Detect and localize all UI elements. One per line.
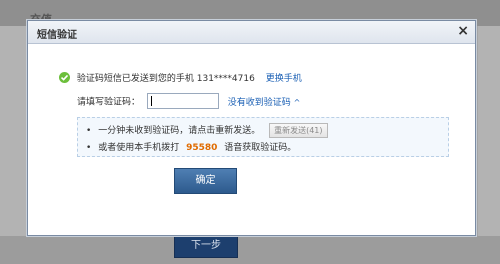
sent-message: 验证码短信已发送到您的手机 131****4716 xyxy=(76,74,255,84)
verification-code-input[interactable] xyxy=(146,93,219,109)
check-circle-icon xyxy=(59,72,70,83)
tip-text: 语音获取验证码。 xyxy=(224,143,297,153)
resend-button[interactable]: 重新发送(41) xyxy=(269,123,328,138)
no-code-link[interactable]: 没有收到验证码 ^ xyxy=(228,98,301,108)
next-step-button: 下一步 xyxy=(174,234,238,258)
bullet-icon: • xyxy=(86,143,92,153)
text-caret xyxy=(150,96,152,106)
tip-resend: • 一分钟未收到验证码，请点击重新发送。 重新发送(41) xyxy=(86,123,328,138)
tip-text: 或者使用本手机拨打 xyxy=(98,143,180,153)
dialog-title: 短信验证 xyxy=(37,30,77,41)
close-icon[interactable]: × xyxy=(457,23,469,39)
tip-text: 一分钟未收到验证码，请点击重新发送。 xyxy=(98,126,261,136)
background-side-panel xyxy=(478,26,500,264)
code-label: 请填写验证码： xyxy=(77,97,141,108)
background-side-panel xyxy=(0,26,28,264)
change-phone-link[interactable]: 更换手机 xyxy=(266,74,302,84)
tip-voice: • 或者使用本手机拨打 95580 语音获取验证码。 xyxy=(86,140,296,153)
no-code-link-label: 没有收到验证码 xyxy=(227,97,291,108)
confirm-button[interactable]: 确定 xyxy=(174,168,237,194)
help-tips-box: • 一分钟未收到验证码，请点击重新发送。 重新发送(41) • 或者使用本手机拨… xyxy=(77,117,449,157)
sms-verification-dialog: 短信验证 × 验证码短信已发送到您的手机 131****4716 更换手机 请填… xyxy=(27,20,476,236)
bullet-icon: • xyxy=(86,126,92,136)
hotline-number: 95580 xyxy=(186,143,218,153)
sent-status-row: 验证码短信已发送到您的手机 131****4716 更换手机 xyxy=(59,71,302,85)
chevron-up-icon: ^ xyxy=(293,97,301,107)
dialog-header: 短信验证 × xyxy=(28,21,475,44)
code-entry-row: 请填写验证码： 没有收到验证码 ^ xyxy=(77,93,300,109)
background-footer xyxy=(0,236,500,264)
